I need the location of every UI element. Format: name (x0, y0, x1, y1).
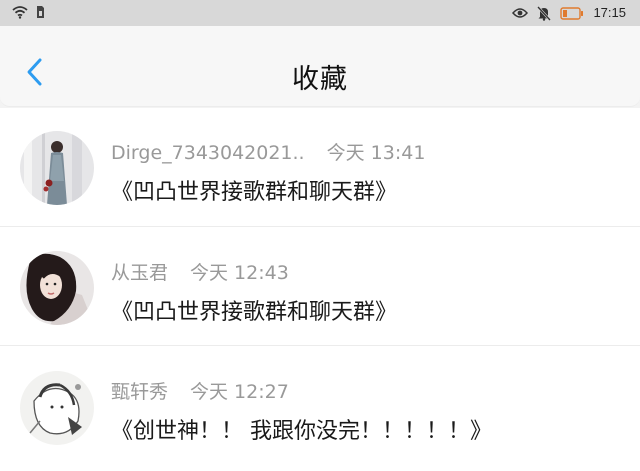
header: 收藏 (0, 26, 640, 107)
avatar (20, 251, 94, 325)
status-left (12, 5, 45, 19)
wifi-icon (12, 6, 28, 19)
mute-bell-icon (537, 5, 552, 21)
status-time: 17:15 (593, 5, 626, 20)
eye-icon (512, 8, 529, 18)
favorite-time: 今天 13:41 (326, 142, 426, 164)
favorite-time: 今天 12:43 (190, 262, 289, 284)
sim-icon (37, 6, 44, 18)
page-title: 收藏 (292, 64, 348, 95)
favorite-content: 《凹凸世界接歌群和聊天群》 (111, 300, 398, 325)
battery-icon (560, 6, 584, 20)
sender-name: Dirge_7343042021.. (111, 142, 305, 164)
avatar (20, 131, 94, 205)
favorite-content: 《创世神！！ 我跟你没完！！！！！》 (111, 419, 492, 444)
sender-name: 从玉君 (111, 262, 169, 284)
favorite-meta: 从玉君 今天 12:43 (111, 258, 289, 285)
favorite-item[interactable]: 甄轩秀 今天 12:27 《创世神！！ 我跟你没完！！！！！》 (0, 346, 640, 464)
avatar (20, 371, 94, 445)
favorite-item[interactable]: 从玉君 今天 12:43 《凹凸世界接歌群和聊天群》 (0, 227, 640, 345)
favorite-meta: Dirge_7343042021.. 今天 13:41 (111, 138, 425, 165)
favorites-list: Dirge_7343042021.. 今天 13:41 《凹凸世界接歌群和聊天群… (0, 108, 640, 471)
status-bar: 17:15 (0, 0, 640, 26)
favorite-content: 《凹凸世界接歌群和聊天群》 (111, 180, 398, 205)
sender-name: 甄轩秀 (111, 381, 169, 403)
favorite-meta: 甄轩秀 今天 12:27 (111, 377, 289, 404)
favorite-item[interactable]: Dirge_7343042021.. 今天 13:41 《凹凸世界接歌群和聊天群… (0, 108, 640, 226)
status-right: 17:15 (512, 4, 626, 22)
favorite-time: 今天 12:27 (190, 381, 289, 403)
